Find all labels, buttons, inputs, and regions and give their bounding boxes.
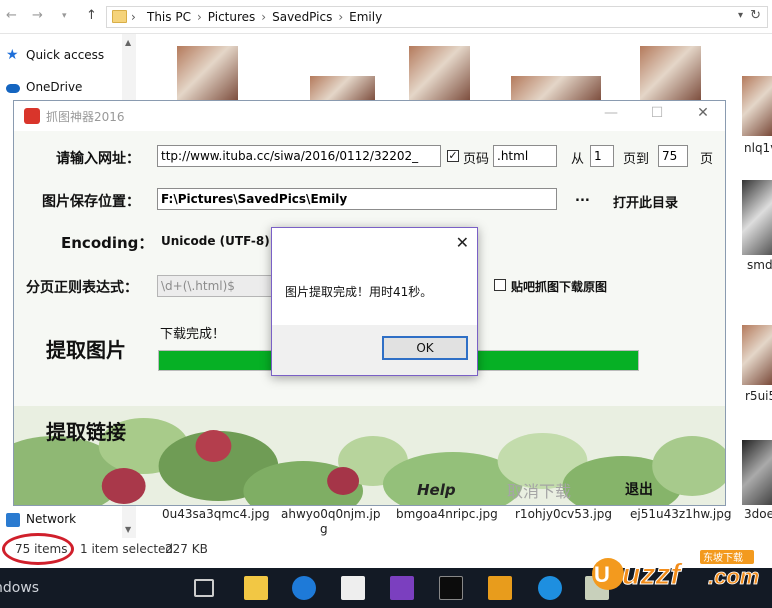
nav-onedrive[interactable]: OneDrive [6, 80, 83, 94]
thumbnail[interactable] [511, 76, 601, 102]
back-icon[interactable]: ← [6, 8, 17, 23]
url-input[interactable]: ttp://www.ituba.cc/siwa/2016/0112/32202_ [157, 145, 441, 167]
open-directory-button[interactable]: 打开此目录 [613, 192, 678, 211]
regex-input[interactable]: \d+(\.html)$ [157, 275, 273, 297]
crumb-savedpics[interactable]: SavedPics [272, 10, 332, 24]
tieba-original-checkbox[interactable] [494, 279, 506, 291]
extract-links-button[interactable]: 提取链接 [46, 416, 126, 445]
forward-icon[interactable]: → [32, 8, 43, 23]
regex-label: 分页正则表达式： [26, 280, 138, 296]
file-name[interactable]: ej51u43z1hw.jpg [630, 507, 732, 521]
nav-network[interactable]: Network [6, 512, 77, 527]
encoding-label: Encoding： [61, 234, 154, 252]
task-view-icon[interactable] [194, 579, 214, 597]
file-name[interactable]: ahwyo0q0njm.jp [281, 507, 381, 521]
address-input[interactable]: › This PC › Pictures › SavedPics › Emily ▾ ↻ [106, 6, 768, 28]
page-code-label: 页码 [463, 152, 490, 167]
network-icon [6, 513, 20, 527]
breadcrumb: This PC › Pictures › SavedPics › Emily [147, 10, 383, 24]
file-name[interactable]: nlq1v [744, 141, 772, 155]
encoding-select[interactable]: Unicode (UTF-8) [161, 234, 270, 248]
help-button[interactable]: Help [417, 481, 456, 499]
cancel-download-button[interactable]: 取消下载 [507, 478, 571, 502]
thumbnail[interactable] [409, 46, 470, 102]
thumbnail[interactable] [742, 325, 772, 385]
dialog-message: 图片提取完成！用时41秒。 [285, 285, 433, 299]
crumb-this-pc[interactable]: This PC [147, 10, 191, 24]
selection-count: 1 item selected [80, 542, 174, 556]
thumbnail[interactable] [310, 76, 375, 102]
exit-button[interactable]: 退出 [625, 479, 653, 499]
edge-icon[interactable] [292, 576, 316, 600]
page-suffix-input[interactable]: .html [493, 145, 557, 167]
file-explorer-icon[interactable] [244, 576, 268, 600]
refresh-icon[interactable]: ↻ [750, 8, 761, 23]
crumb-emily[interactable]: Emily [349, 10, 382, 24]
watermark-suffix: .com [708, 564, 759, 589]
file-name[interactable]: r5ui5 [745, 389, 772, 403]
minimize-icon[interactable]: — [601, 105, 621, 121]
nav-quick-access-label: Quick access [26, 48, 105, 62]
page-code-checkbox[interactable]: ✓ [447, 150, 459, 162]
page-unit-label: 页 [700, 152, 714, 167]
file-name[interactable]: smd [747, 258, 772, 272]
ok-button[interactable]: OK [382, 336, 468, 360]
movies-icon[interactable] [341, 576, 365, 600]
internet-explorer-icon[interactable] [538, 576, 562, 600]
thumbnail[interactable] [177, 46, 238, 102]
file-name-wrap[interactable]: g [320, 522, 328, 536]
save-path-input[interactable]: F:\Pictures\SavedPics\Emily [157, 188, 557, 210]
tieba-original-label: 贴吧抓图下载原图 [511, 280, 608, 294]
scroll-down-icon[interactable]: ▼ [125, 525, 131, 534]
dialog-close-icon[interactable]: ✕ [456, 233, 469, 252]
download-status: 下载完成！ [160, 327, 226, 342]
taskbar-search-text[interactable]: ndows [0, 580, 39, 596]
crumb-separator-icon: › [131, 10, 136, 24]
site-watermark: U uzzf .com 东坡下载 [592, 550, 760, 592]
url-label: 请输入网址： [56, 151, 140, 167]
to-page-input[interactable]: 75 [658, 145, 688, 167]
recent-chevron-icon[interactable]: ▾ [62, 11, 67, 21]
close-icon[interactable]: ✕ [693, 105, 713, 121]
up-icon[interactable]: ↑ [86, 8, 97, 23]
crumb-pictures[interactable]: Pictures [208, 10, 256, 24]
extract-images-button[interactable]: 提取图片 [46, 334, 126, 363]
maximize-icon[interactable]: ☐ [647, 105, 667, 121]
highlight-circle [2, 533, 74, 565]
from-page-input[interactable]: 1 [590, 145, 614, 167]
svg-text:U: U [594, 562, 610, 587]
selection-size: 227 KB [165, 542, 208, 556]
watermark-text: uzzf [622, 558, 683, 591]
thumbnail[interactable] [742, 440, 772, 505]
save-path-label: 图片保存位置： [42, 194, 140, 210]
browse-button[interactable]: ... [575, 190, 590, 205]
address-bar: ← → ▾ ↑ › This PC › Pictures › SavedPics › Emi… [0, 0, 772, 34]
from-label: 从 [571, 152, 585, 167]
file-name[interactable]: 3doe [744, 507, 772, 521]
app-titlebar: 抓图神器2016 — ☐ ✕ [14, 101, 725, 131]
nav-network-label: Network [26, 512, 77, 526]
star-icon: ★ [6, 47, 19, 63]
folder-icon [112, 10, 127, 23]
file-name[interactable]: r1ohjy0cv53.jpg [515, 507, 612, 521]
thumbnail[interactable] [640, 46, 701, 102]
nav-quick-access[interactable]: ★ Quick access [6, 47, 105, 63]
thumbnail[interactable] [742, 180, 772, 255]
dialog-footer: OK [272, 325, 477, 375]
address-dropdown-icon[interactable]: ▾ [738, 10, 743, 21]
cloud-icon [6, 84, 20, 93]
app-logo-icon [24, 108, 40, 124]
nav-onedrive-label: OneDrive [26, 80, 83, 94]
scroll-up-icon[interactable]: ▲ [125, 38, 131, 47]
message-dialog: ✕ 图片提取完成！用时41秒。 OK [271, 227, 478, 376]
thumbnail[interactable] [742, 76, 772, 136]
watermark-subtitle: 东坡下载 [703, 551, 743, 564]
file-name[interactable]: bmgoa4nripc.jpg [396, 507, 498, 521]
command-prompt-icon[interactable] [439, 576, 463, 600]
file-name[interactable]: 0u43sa3qmc4.jpg [162, 507, 270, 521]
app-icon[interactable] [488, 576, 512, 600]
visual-studio-icon[interactable] [390, 576, 414, 600]
to-label: 页到 [623, 152, 650, 167]
app-title: 抓图神器2016 [46, 110, 125, 124]
